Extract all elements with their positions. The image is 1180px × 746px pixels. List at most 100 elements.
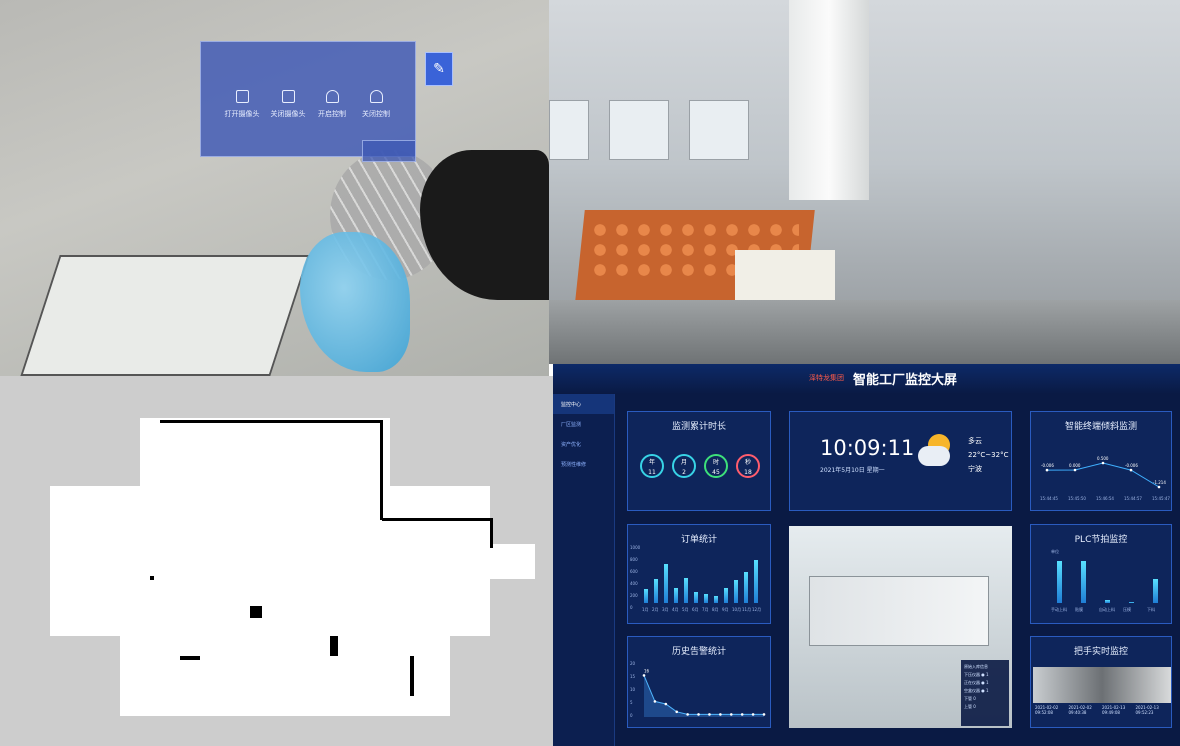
stat-value: 0 xyxy=(973,696,976,701)
x-tick-label: 8月 xyxy=(712,607,719,612)
x-tick-label: 10月 xyxy=(732,607,742,612)
sidebar-item-plant[interactable]: 厂区监测 xyxy=(553,414,614,434)
cloud-icon xyxy=(918,446,950,466)
tilt-point xyxy=(1045,468,1049,472)
plc-bar xyxy=(1129,601,1134,603)
legend-row: 空盒仪器 ● 1 xyxy=(964,688,989,693)
map-wall xyxy=(382,518,492,521)
handle-time: 2021-02-02 09:52:08 xyxy=(1035,705,1059,715)
handle-time: 2021-02-13 09:49:08 xyxy=(1102,705,1126,715)
clock-date: 2021年5月10日 星期一 xyxy=(820,467,885,474)
y-tick-label: 600 xyxy=(630,569,638,574)
tilt-point xyxy=(1157,485,1161,489)
tilt-point xyxy=(1073,468,1077,472)
alarm-point xyxy=(686,713,689,716)
y-tick-label: 0 xyxy=(630,605,633,610)
y-tick-label: 800 xyxy=(630,557,638,562)
handle-time: 2021-02-13 09:52:23 xyxy=(1135,705,1159,715)
stat-label: 下管 xyxy=(964,696,972,701)
dashboard-title: 智能工厂监控大屏 xyxy=(853,373,958,388)
alarm-area xyxy=(644,675,764,717)
pin-icon[interactable]: ✎ xyxy=(425,52,453,86)
alarm-point xyxy=(762,713,766,716)
tilt-value-label: -1.214 xyxy=(1153,480,1166,485)
user-arm xyxy=(420,150,549,300)
ring-unit: 时 xyxy=(712,459,719,466)
sidebar-item-maintenance[interactable]: 预测性维修 xyxy=(553,454,614,474)
open-camera-label: 打开摄像头 xyxy=(224,110,260,118)
ring-unit: 秒 xyxy=(744,459,751,466)
x-tick-label: 15:44:57 xyxy=(1124,496,1142,501)
x-tick-label: 7月 xyxy=(702,607,709,612)
sidebar-item-monitor[interactable]: 监控中心 xyxy=(553,394,614,414)
open-camera-button[interactable]: 打开摄像头 xyxy=(217,90,267,119)
plc-bar xyxy=(1153,578,1158,603)
y-tick-label: 1000 xyxy=(630,545,641,550)
x-tick-label: 11月 xyxy=(742,607,752,612)
ring-value: 45 xyxy=(712,469,720,476)
x-tick-label: 12月 xyxy=(752,607,762,612)
slam-occupancy-map xyxy=(0,376,553,746)
start-control-button[interactable]: 开启控制 xyxy=(307,90,357,119)
x-tick-label: 自动上料 xyxy=(1099,607,1115,612)
card-title: PLC节拍监控 xyxy=(1074,535,1128,545)
x-tick-label: 6月 xyxy=(692,607,699,612)
map-obstacle xyxy=(180,656,200,660)
weather-info: 多云 22°C~32°C 宁波 xyxy=(968,434,1008,476)
tilt-monitor-card: 智能终端倾斜监测 -0.006 15:44:45 0.000 15:45:50 0.50… xyxy=(1030,411,1172,511)
x-tick-label: 压模 xyxy=(1123,607,1131,612)
y-tick-label: 15 xyxy=(630,674,636,679)
legend-row: 正在仪器 ● 1 xyxy=(964,680,989,685)
factory-window xyxy=(549,100,589,160)
alarm-history-card: 历史告警统计 16 20 15 10 5 0 xyxy=(627,636,771,728)
dashboard-header: 泽特龙集团 智能工厂监控大屏 xyxy=(553,364,1180,394)
factory-window xyxy=(609,100,669,160)
tilt-point xyxy=(1129,468,1133,472)
conveyor-rail xyxy=(549,300,1180,364)
alarm-point xyxy=(664,702,668,706)
map-wall xyxy=(160,420,382,423)
alarm-top-label: 16 xyxy=(644,668,650,673)
tilt-value-label: 0.000 xyxy=(1069,463,1081,468)
x-tick-label: 2月 xyxy=(652,607,659,612)
order-bar xyxy=(744,572,748,603)
handle-timestamps: 2021-02-02 09:52:08 2021-02-02 09:40:38 … xyxy=(1035,705,1169,715)
legend-title: 原始入库信息 xyxy=(964,664,988,669)
map-free-space xyxy=(120,616,450,716)
x-tick-label: 15:45:47 xyxy=(1152,496,1170,501)
plc-bar xyxy=(1105,599,1110,603)
close-camera-button[interactable]: 关闭摄像头 xyxy=(263,90,313,119)
stat-label: 上管 xyxy=(964,704,972,709)
ring-gauge: 月2 xyxy=(672,454,696,478)
stat-value: 0 xyxy=(973,704,976,709)
map-obstacle xyxy=(330,636,338,656)
y-tick-label: 5 xyxy=(630,700,633,705)
map-wall xyxy=(490,518,493,548)
y-tick-label: 10 xyxy=(630,687,636,692)
3d-line-model[interactable]: 原始入库信息 下压仪器 ● 1 正在仪器 ● 1 空盒仪器 ● 1 下管 0 上… xyxy=(789,526,1012,728)
weather-temp: 22°C~32°C xyxy=(968,451,1009,459)
order-bar xyxy=(674,588,678,603)
ring-value: 2 xyxy=(682,469,686,476)
ring-unit: 年 xyxy=(648,459,655,466)
mobile-robot xyxy=(20,255,310,376)
ar-menu-extension xyxy=(362,140,416,162)
alarm-chart: 16 20 15 10 5 0 xyxy=(630,661,766,718)
alarm-point xyxy=(642,674,646,677)
alarm-point xyxy=(653,700,657,703)
stop-control-button[interactable]: 关闭控制 xyxy=(351,90,401,119)
alarm-point xyxy=(697,713,700,716)
map-obstacle xyxy=(410,656,414,696)
y-tick-label: 20 xyxy=(630,661,636,666)
map-free-space xyxy=(440,544,535,579)
sidebar-item-assets[interactable]: 资产优化 xyxy=(553,434,614,454)
weather-condition: 多云 xyxy=(968,437,982,445)
x-tick-label: 下料 xyxy=(1147,607,1155,612)
factory-photo xyxy=(549,0,1180,364)
ring-value: 18 xyxy=(744,469,752,476)
camera-icon xyxy=(235,90,249,103)
orders-card: 订单统计 1月 2月 3月 4月 5月 6月 7月 8月 9月 10月 11月 12月 1000 800 6… xyxy=(627,524,771,624)
ring-gauge: 年 11 xyxy=(640,454,664,478)
map-free-space xyxy=(50,486,490,636)
card-title: 订单统计 xyxy=(680,535,717,545)
